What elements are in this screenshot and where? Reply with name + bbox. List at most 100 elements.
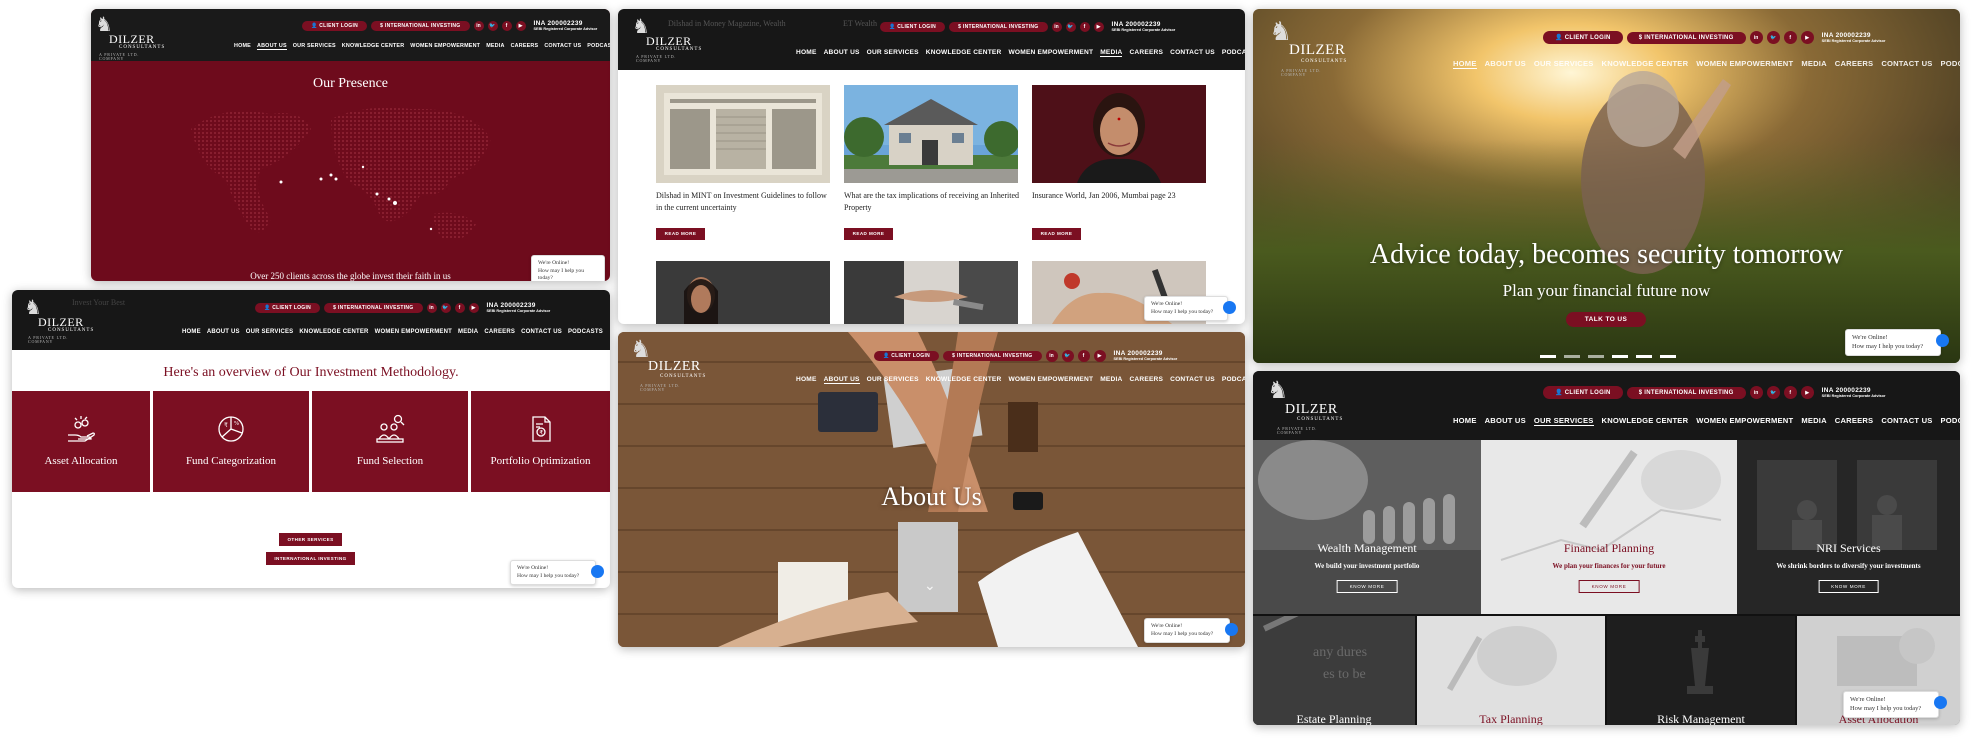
nav-home[interactable]: HOME bbox=[1453, 416, 1477, 426]
tile-risk-management[interactable]: Risk Management bbox=[1607, 616, 1795, 725]
article-image-newspaper[interactable] bbox=[656, 85, 830, 183]
international-investing-button[interactable]: $ INTERNATIONAL INVESTING bbox=[943, 351, 1042, 361]
nav-home[interactable]: HOME bbox=[182, 329, 201, 335]
know-more-button[interactable]: KNOW MORE bbox=[1336, 580, 1398, 593]
tile-tax-planning[interactable]: Tax Planning bbox=[1417, 616, 1605, 725]
twitter-icon[interactable]: 🐦 bbox=[1766, 386, 1780, 399]
facebook-icon[interactable]: f bbox=[1077, 350, 1090, 362]
youtube-icon[interactable]: ▶ bbox=[1800, 386, 1814, 399]
slider-dot[interactable] bbox=[1564, 355, 1580, 358]
nav-women-empowerment[interactable]: WOMEN EMPOWERMENT bbox=[1696, 59, 1793, 69]
chevron-down-icon[interactable]: ⌄ bbox=[924, 578, 936, 594]
linkedin-icon[interactable]: in bbox=[426, 302, 437, 313]
nav-podcasts[interactable]: PODCASTS bbox=[568, 329, 603, 335]
article-image-portrait[interactable] bbox=[1032, 85, 1206, 183]
nav-contact-us[interactable]: CONTACT US bbox=[521, 329, 562, 335]
client-login-button[interactable]: 👤 CLIENT LOGIN bbox=[880, 21, 946, 32]
read-more-button[interactable]: READ MORE bbox=[1032, 228, 1081, 240]
nav-about-us[interactable]: ABOUT US bbox=[207, 329, 240, 335]
nav-contact-us[interactable]: CONTACT US bbox=[1170, 376, 1215, 384]
nav-knowledge-center[interactable]: KNOWLEDGE CENTER bbox=[299, 329, 368, 335]
international-investing-button[interactable]: $ INTERNATIONAL INVESTING bbox=[371, 20, 470, 31]
chat-bubble-icon[interactable] bbox=[1934, 696, 1947, 709]
twitter-icon[interactable]: 🐦 bbox=[1065, 21, 1076, 32]
service-fund-selection[interactable]: Fund Selection bbox=[312, 391, 468, 492]
international-investing-button[interactable]: $ INTERNATIONAL INVESTING bbox=[949, 21, 1048, 32]
facebook-icon[interactable]: f bbox=[1783, 386, 1797, 399]
nav-our-services[interactable]: OUR SERVICES bbox=[246, 329, 294, 335]
service-fund-categorization[interactable]: ₹% Fund Categorization bbox=[153, 391, 309, 492]
nav-careers[interactable]: CAREERS bbox=[1835, 59, 1874, 69]
article-title[interactable]: Dilshad in MINT on Investment Guidelines… bbox=[656, 190, 834, 213]
linkedin-icon[interactable]: in bbox=[1749, 386, 1763, 399]
talk-to-us-button[interactable]: TALK TO US bbox=[1566, 312, 1646, 327]
international-investing-button[interactable]: $ INTERNATIONAL INVESTING bbox=[1626, 386, 1746, 399]
nav-our-services[interactable]: OUR SERVICES bbox=[867, 49, 919, 57]
nav-podcasts[interactable]: PODCASTS bbox=[1941, 416, 1960, 426]
nav-media[interactable]: MEDIA bbox=[1801, 59, 1826, 69]
facebook-icon[interactable]: f bbox=[1079, 21, 1090, 32]
client-login-button[interactable]: 👤 CLIENT LOGIN bbox=[874, 351, 940, 361]
logo[interactable]: ♞ DILZER CONSULTANTS A PRIVATE LTD. COMP… bbox=[95, 15, 164, 61]
twitter-icon[interactable]: 🐦 bbox=[440, 302, 451, 313]
linkedin-icon[interactable]: in bbox=[1045, 350, 1058, 362]
article-image-house[interactable] bbox=[844, 85, 1018, 183]
know-more-button[interactable]: KNOW MORE bbox=[1818, 580, 1879, 593]
nav-podcasts[interactable]: PODCASTS bbox=[587, 43, 610, 50]
article-title[interactable]: What are the tax implications of receivi… bbox=[844, 190, 1024, 213]
tile-estate-planning[interactable]: any dures es to be Estate Planning bbox=[1253, 616, 1415, 725]
chat-bubble-icon[interactable] bbox=[591, 565, 604, 578]
nav-contact-us[interactable]: CONTACT US bbox=[1881, 416, 1932, 426]
nav-our-services[interactable]: OUR SERVICES bbox=[867, 376, 919, 384]
nav-careers[interactable]: CAREERS bbox=[484, 329, 515, 335]
nav-our-services[interactable]: OUR SERVICES bbox=[1534, 59, 1594, 69]
article-image-handshake[interactable] bbox=[844, 261, 1018, 324]
international-investing-button[interactable]: $ INTERNATIONAL INVESTING bbox=[1626, 31, 1746, 44]
nav-media[interactable]: MEDIA bbox=[1100, 376, 1122, 384]
article-image-woman[interactable] bbox=[656, 261, 830, 324]
chat-widget[interactable]: We're Online! How may I help you today? bbox=[1845, 329, 1949, 357]
linkedin-icon[interactable]: in bbox=[1051, 21, 1062, 32]
youtube-icon[interactable]: ▶ bbox=[1093, 350, 1106, 362]
nav-careers[interactable]: CAREERS bbox=[1129, 376, 1163, 384]
youtube-icon[interactable]: ▶ bbox=[1093, 21, 1104, 32]
nav-knowledge-center[interactable]: KNOWLEDGE CENTER bbox=[1602, 59, 1689, 69]
nav-about-us[interactable]: ABOUT US bbox=[256, 43, 287, 50]
article-title[interactable]: Insurance World, Jan 2006, Mumbai page 2… bbox=[1032, 190, 1212, 202]
chat-widget[interactable]: We're Online! How may I help you today? bbox=[531, 255, 605, 281]
nav-about-us[interactable]: ABOUT US bbox=[1485, 416, 1526, 426]
read-more-button[interactable]: READ MORE bbox=[656, 228, 705, 240]
tile-nri-services[interactable]: NRI Services We shrink borders to divers… bbox=[1737, 440, 1960, 614]
nav-women-empowerment[interactable]: WOMEN EMPOWERMENT bbox=[375, 329, 452, 335]
service-portfolio-optimization[interactable]: ₹ Portfolio Optimization bbox=[471, 391, 610, 492]
nav-home[interactable]: HOME bbox=[796, 49, 817, 57]
chat-widget[interactable]: We're Online! How may I help you today? bbox=[510, 560, 604, 586]
nav-women-empowerment[interactable]: WOMEN EMPOWERMENT bbox=[410, 43, 480, 50]
client-login-button[interactable]: 👤 CLIENT LOGIN bbox=[1543, 31, 1623, 44]
logo[interactable]: ♞ DILZER CONSULTANTS A PRIVATE LTD. COMP… bbox=[1267, 379, 1342, 435]
client-login-button[interactable]: 👤 CLIENT LOGIN bbox=[302, 20, 368, 31]
nav-about-us[interactable]: ABOUT US bbox=[823, 376, 860, 384]
nav-podcasts[interactable]: PODCASTS bbox=[1222, 49, 1245, 57]
facebook-icon[interactable]: f bbox=[1783, 31, 1797, 44]
logo[interactable]: ♞ DILZER CONSULTANTS A PRIVATE LTD. COMP… bbox=[632, 17, 701, 67]
chat-bubble-icon[interactable] bbox=[1936, 334, 1949, 347]
client-login-button[interactable]: 👤 CLIENT LOGIN bbox=[1543, 386, 1623, 399]
nav-home[interactable]: HOME bbox=[796, 376, 817, 384]
service-asset-allocation[interactable]: Asset Allocation bbox=[12, 391, 150, 492]
know-more-button[interactable]: KNOW MORE bbox=[1578, 580, 1640, 593]
youtube-icon[interactable]: ▶ bbox=[515, 20, 526, 31]
slider-dot[interactable] bbox=[1636, 355, 1652, 358]
chat-bubble-icon[interactable] bbox=[1223, 301, 1236, 314]
nav-contact-us[interactable]: CONTACT US bbox=[544, 43, 581, 50]
nav-about-us[interactable]: ABOUT US bbox=[824, 49, 860, 57]
chat-bubble-icon[interactable] bbox=[1225, 623, 1238, 636]
nav-home[interactable]: HOME bbox=[1453, 59, 1477, 69]
linkedin-icon[interactable]: in bbox=[473, 20, 484, 31]
chat-widget[interactable]: We're Online! How may I help you today? bbox=[1843, 691, 1947, 719]
youtube-icon[interactable]: ▶ bbox=[1800, 31, 1814, 44]
international-investing-button[interactable]: $ INTERNATIONAL INVESTING bbox=[324, 302, 423, 313]
nav-women-empowerment[interactable]: WOMEN EMPOWERMENT bbox=[1696, 416, 1793, 426]
nav-knowledge-center[interactable]: KNOWLEDGE CENTER bbox=[926, 376, 1002, 384]
nav-our-services[interactable]: OUR SERVICES bbox=[1533, 416, 1594, 426]
